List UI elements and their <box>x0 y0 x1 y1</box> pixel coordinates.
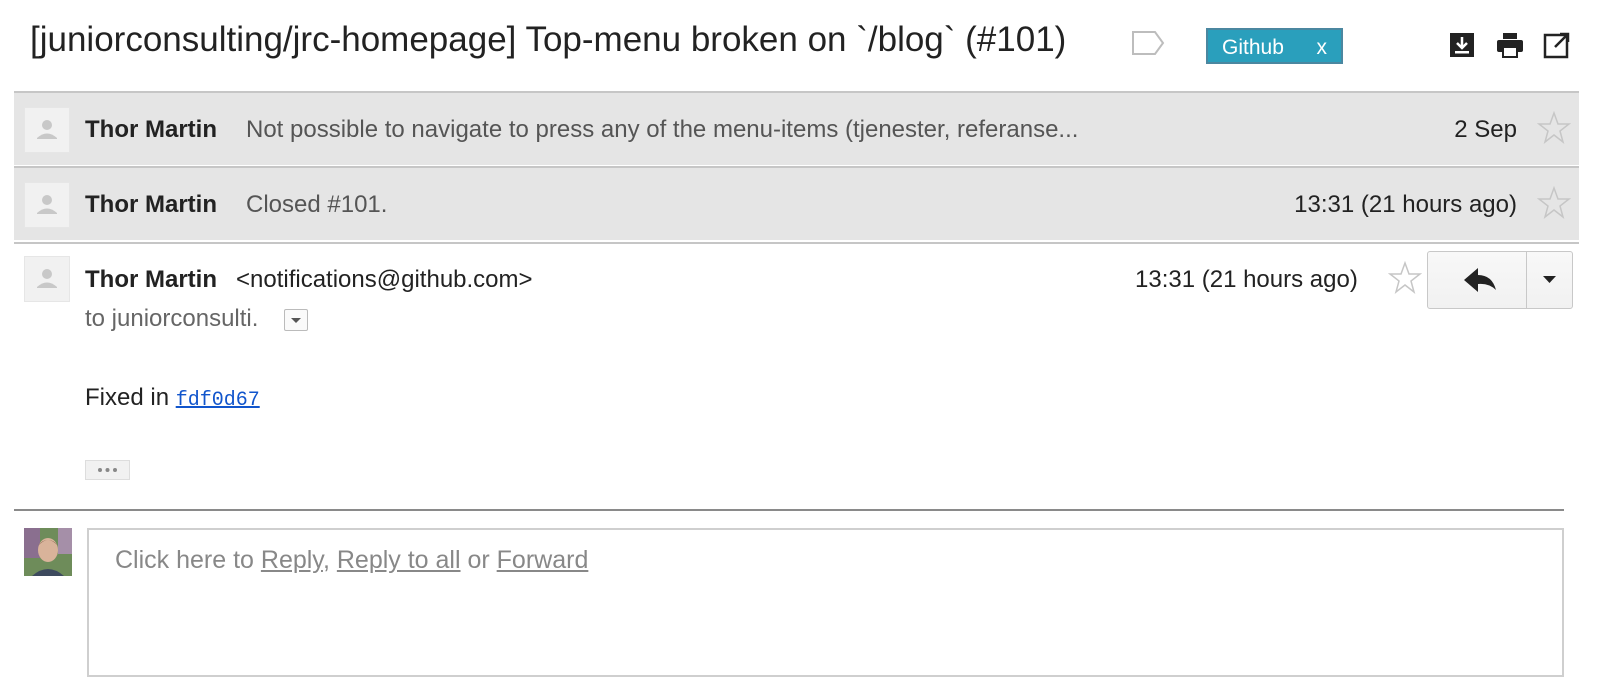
user-photo <box>24 528 72 576</box>
star-icon[interactable] <box>1537 111 1571 145</box>
message-collapsed-1[interactable]: Thor Martin Not possible to navigate to … <box>14 91 1579 165</box>
print-icon[interactable] <box>1495 30 1525 60</box>
label-tag-icon[interactable] <box>1131 30 1165 56</box>
star-icon[interactable] <box>1537 186 1571 220</box>
message-time: 2 Sep <box>1454 116 1517 143</box>
message-snippet: Closed #101. <box>246 191 388 218</box>
commit-link[interactable]: fdf0d67 <box>176 389 260 412</box>
avatar <box>24 256 70 302</box>
person-icon <box>37 120 57 139</box>
open-in-new-window-icon[interactable] <box>1542 30 1572 60</box>
reply-arrow-icon <box>1464 268 1496 292</box>
open-message-time: 13:31 (21 hours ago) <box>1135 266 1358 293</box>
avatar <box>24 182 70 228</box>
download-icon[interactable] <box>1447 30 1477 60</box>
thread-subject: [juniorconsulting/jrc-homepage] Top-menu… <box>30 20 1067 59</box>
reply-box[interactable]: Click here to Reply, Reply to all or For… <box>87 528 1564 677</box>
message-body: Fixed in fdf0d67 <box>85 384 260 412</box>
recipients-line: to juniorconsulti. <box>85 305 259 332</box>
reply-prompt-sep: , <box>322 546 337 574</box>
reply-button-group <box>1427 251 1573 309</box>
reply-link[interactable]: Reply <box>261 546 323 574</box>
message-time: 13:31 (21 hours ago) <box>1294 191 1517 218</box>
message-collapsed-2[interactable]: Thor Martin Closed #101. 13:31 (21 hours… <box>14 166 1579 240</box>
sender-name: Thor Martin <box>85 116 217 143</box>
current-user-avatar <box>24 528 72 576</box>
person-icon <box>37 269 57 288</box>
reply-divider <box>14 509 1564 511</box>
remove-label-button[interactable]: x <box>1317 36 1328 60</box>
show-trimmed-content-button[interactable] <box>85 460 130 480</box>
label-chip-github: Github x <box>1206 28 1343 64</box>
show-details-button[interactable] <box>284 309 308 331</box>
ellipsis-icon <box>98 468 117 472</box>
sender-email: <notifications@github.com> <box>236 266 533 293</box>
message-snippet: Not possible to navigate to press any of… <box>246 116 1079 143</box>
thread-header: [juniorconsulting/jrc-homepage] Top-menu… <box>0 0 1610 92</box>
sender-name: Thor Martin <box>85 191 217 218</box>
chevron-down-icon <box>291 318 301 323</box>
body-text: Fixed in <box>85 384 176 411</box>
star-icon[interactable] <box>1388 261 1422 295</box>
reply-prompt-prefix: Click here to <box>115 546 261 574</box>
chevron-down-icon <box>1543 276 1556 283</box>
message-separator <box>14 242 1579 244</box>
forward-link[interactable]: Forward <box>497 546 589 574</box>
more-actions-button[interactable] <box>1527 252 1572 308</box>
open-sender-name[interactable]: Thor Martin <box>85 266 217 294</box>
person-icon <box>37 195 57 214</box>
label-chip-text: Github <box>1222 36 1284 59</box>
avatar <box>24 107 70 153</box>
reply-all-link[interactable]: Reply to all <box>337 546 461 574</box>
reply-button[interactable] <box>1428 252 1527 308</box>
reply-prompt-or: or <box>460 546 497 574</box>
reply-prompt: Click here to Reply, Reply to all or For… <box>115 546 588 575</box>
